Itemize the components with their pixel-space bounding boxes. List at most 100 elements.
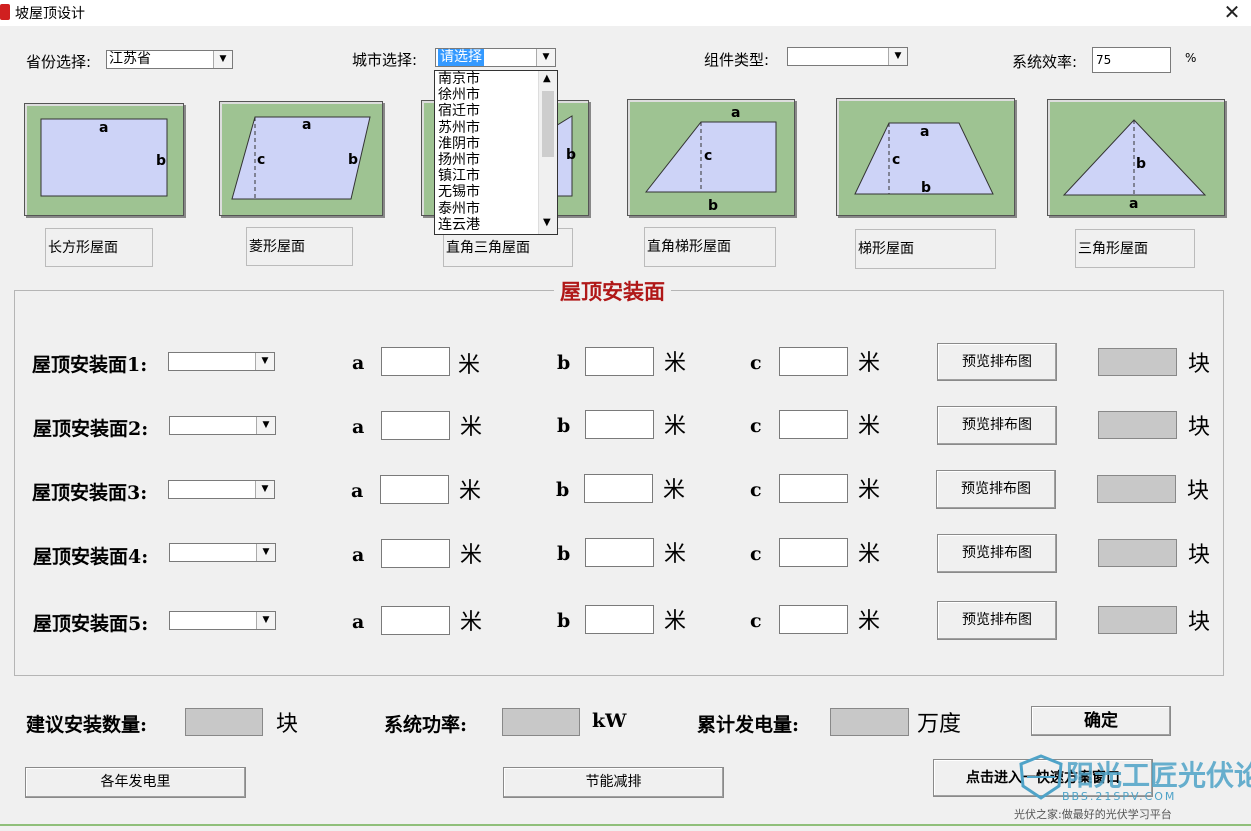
city-option[interactable]: 南京市 — [435, 71, 539, 87]
install-row-2-count-unit: 块 — [1188, 415, 1211, 440]
install-row-3-a-label: a — [351, 480, 364, 502]
install-row-4-preview-button[interactable]: 预览排布图 — [937, 534, 1057, 573]
install-row-3-a-unit: 米 — [459, 479, 482, 504]
chevron-down-icon[interactable]: ▼ — [543, 217, 551, 228]
install-row-3-b-label: b — [556, 479, 570, 501]
svg-text:b: b — [921, 180, 931, 196]
chevron-down-icon[interactable]: ▼ — [255, 481, 274, 498]
install-row-2-c-input[interactable] — [779, 410, 848, 439]
efficiency-input[interactable]: 75 — [1092, 47, 1171, 73]
roof-image-rhombus[interactable]: a c b — [219, 101, 383, 216]
close-icon[interactable]: ✕ — [1221, 1, 1243, 23]
install-row-3-c-unit: 米 — [858, 478, 881, 503]
city-option[interactable]: 无锡市 — [435, 184, 539, 200]
scroll-thumb[interactable] — [542, 91, 554, 157]
rectangle-roof-icon: a b — [40, 118, 168, 197]
install-row-3-preview-button[interactable]: 预览排布图 — [936, 470, 1056, 509]
yearly-generation-button[interactable]: 各年发电里 — [25, 767, 246, 798]
install-row-5-c-label: c — [750, 610, 762, 632]
chevron-down-icon[interactable]: ▼ — [256, 612, 275, 629]
suggest-count-value — [185, 708, 263, 736]
city-option[interactable]: 淮阴市 — [435, 136, 539, 152]
install-row-4-c-input[interactable] — [779, 538, 848, 567]
watermark-url: BBS.21SPV.COM — [1062, 790, 1177, 803]
install-row-4-label: 屋顶安装面4: — [33, 546, 149, 568]
city-option[interactable]: 宿迁市 — [435, 103, 539, 119]
install-row-4-c-label: c — [750, 543, 762, 565]
install-row-1-count-unit: 块 — [1188, 352, 1211, 377]
triangle-roof-icon: b a — [1062, 119, 1207, 212]
province-select[interactable]: 江苏省 ▼ — [106, 50, 233, 69]
efficiency-value: 75 — [1096, 53, 1112, 67]
install-row-2-select[interactable]: ▼ — [169, 416, 276, 435]
install-row-1-c-label: c — [750, 352, 762, 374]
install-row-2-a-input[interactable] — [381, 411, 450, 440]
roof-image-triangle[interactable]: b a — [1047, 99, 1225, 216]
install-row-5-c-input[interactable] — [779, 605, 848, 634]
install-row-5-a-input[interactable] — [381, 606, 450, 635]
app-icon — [0, 4, 10, 20]
install-row-2-a-label: a — [352, 416, 365, 438]
city-list-scrollbar[interactable]: ▲ ▼ — [538, 71, 557, 234]
install-row-1-c-input[interactable] — [779, 347, 848, 376]
city-select[interactable]: 请选择 ▼ — [435, 48, 556, 67]
confirm-button[interactable]: 确定 — [1031, 706, 1171, 736]
city-option[interactable]: 镇江市 — [435, 168, 539, 184]
city-option[interactable]: 扬州市 — [435, 152, 539, 168]
roof-image-right-trapezoid[interactable]: a c b — [627, 99, 795, 216]
install-row-3-b-input[interactable] — [584, 474, 653, 503]
efficiency-label: 系统效率: — [1012, 53, 1078, 71]
install-row-4-select[interactable]: ▼ — [169, 543, 276, 562]
window-title: 坡屋顶设计 — [15, 6, 85, 22]
chevron-down-icon[interactable]: ▼ — [256, 417, 275, 434]
install-row-3-c-label: c — [750, 479, 762, 501]
svg-text:a: a — [99, 120, 108, 136]
install-row-3-select[interactable]: ▼ — [168, 480, 275, 499]
city-option[interactable]: 徐州市 — [435, 87, 539, 103]
shield-logo-icon — [1019, 754, 1063, 800]
module-type-select[interactable]: ▼ — [787, 47, 908, 66]
city-option[interactable]: 苏州市 — [435, 120, 539, 136]
svg-text:b: b — [708, 198, 718, 214]
install-row-1-b-label: b — [557, 352, 571, 374]
chevron-down-icon[interactable]: ▼ — [536, 49, 555, 66]
chevron-down-icon[interactable]: ▼ — [255, 353, 274, 370]
chevron-down-icon[interactable]: ▼ — [888, 48, 907, 65]
energy-saving-button[interactable]: 节能减排 — [503, 767, 724, 798]
install-row-5-label: 屋顶安装面5: — [33, 613, 149, 635]
install-row-2-count — [1098, 411, 1177, 439]
chevron-down-icon[interactable]: ▼ — [256, 544, 275, 561]
total-energy-label: 累计发电量: — [697, 714, 800, 736]
city-option[interactable]: 连云港 — [435, 217, 539, 233]
roof-image-rectangle[interactable]: a b — [24, 103, 184, 216]
roof-caption-rhombus: 菱形屋面 — [246, 227, 353, 266]
install-row-5-select[interactable]: ▼ — [169, 611, 276, 630]
city-dropdown-list[interactable]: 南京市 徐州市 宿迁市 苏州市 淮阴市 扬州市 镇江市 无锡市 泰州市 连云港 … — [434, 70, 558, 235]
roof-image-trapezoid[interactable]: a c b — [836, 98, 1015, 216]
install-row-1-select[interactable]: ▼ — [168, 352, 275, 371]
title-bar: 坡屋顶设计 ✕ — [0, 0, 1251, 26]
install-row-1-count — [1098, 348, 1177, 376]
chevron-up-icon[interactable]: ▲ — [543, 73, 551, 84]
install-row-5-b-label: b — [557, 610, 571, 632]
install-row-2-a-unit: 米 — [460, 415, 483, 440]
install-row-1-a-unit: 米 — [458, 353, 481, 378]
install-row-3-c-input[interactable] — [779, 474, 848, 503]
install-row-1-a-input[interactable] — [381, 347, 450, 376]
install-row-2-preview-button[interactable]: 预览排布图 — [937, 406, 1057, 445]
install-row-4-b-input[interactable] — [585, 538, 654, 567]
install-row-1-b-input[interactable] — [585, 347, 654, 376]
total-energy-unit: 万度 — [917, 712, 962, 737]
install-row-1-label: 屋顶安装面1: — [32, 354, 148, 376]
city-option[interactable]: 泰州市 — [435, 201, 539, 217]
install-row-5-preview-button[interactable]: 预览排布图 — [937, 601, 1057, 640]
install-row-3-a-input[interactable] — [380, 475, 449, 504]
install-row-4-a-input[interactable] — [381, 539, 450, 568]
svg-text:c: c — [704, 148, 712, 164]
install-row-5-b-input[interactable] — [585, 605, 654, 634]
roof-caption-rectangle: 长方形屋面 — [45, 228, 153, 267]
chevron-down-icon[interactable]: ▼ — [213, 51, 232, 68]
install-row-1-preview-button[interactable]: 预览排布图 — [937, 343, 1057, 381]
install-row-2-b-input[interactable] — [585, 410, 654, 439]
svg-text:a: a — [920, 124, 929, 140]
